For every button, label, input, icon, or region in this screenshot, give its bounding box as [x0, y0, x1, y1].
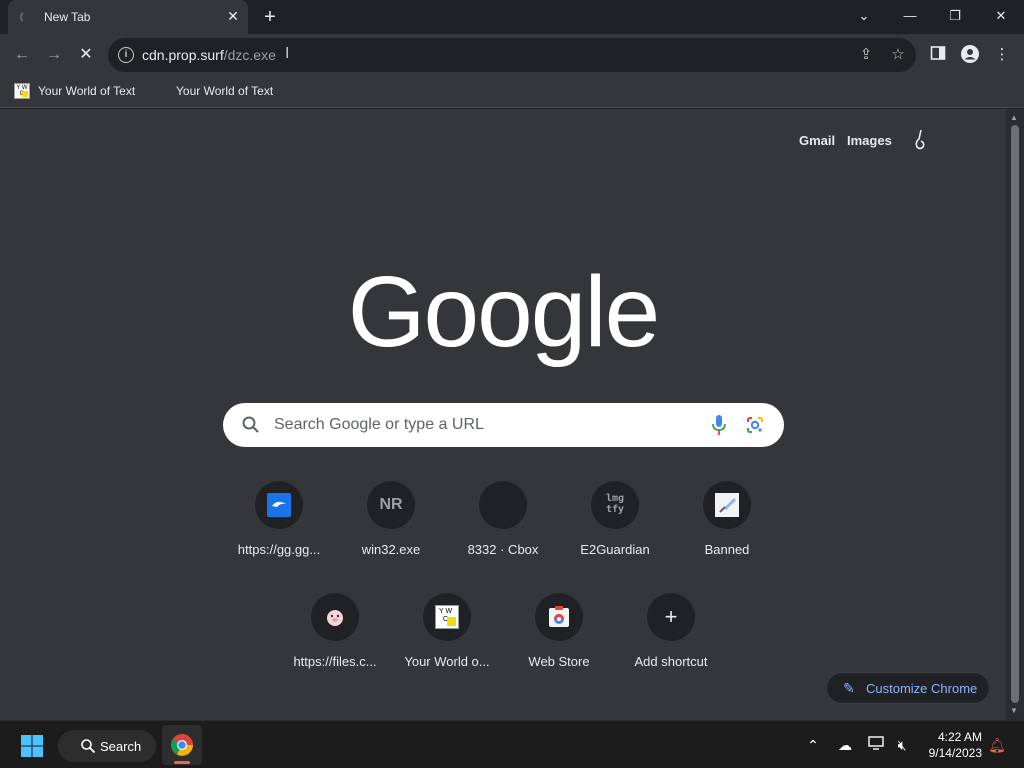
close-tab-icon[interactable]: ✕	[224, 7, 242, 25]
shortcut-tile[interactable]: Web Store	[503, 593, 615, 705]
google-lens-icon[interactable]	[745, 415, 765, 435]
google-apps-icon[interactable]	[908, 129, 932, 153]
chrome-taskbar-button[interactable]	[162, 725, 202, 765]
yw-favicon-icon: Y WO	[14, 83, 30, 99]
forward-arrow-icon[interactable]: →	[42, 43, 66, 67]
notification-bell-icon[interactable]: 🔔︎	[987, 735, 1007, 755]
shortcut-label: Banned	[704, 542, 750, 557]
shortcut-icon-circle	[255, 481, 303, 529]
network-icon[interactable]	[866, 735, 886, 755]
search-icon	[242, 416, 259, 433]
shortcut-label: https://files.c...	[293, 654, 377, 669]
bookmark-label: Your World of Text	[176, 84, 274, 98]
search-box[interactable]: Search Google or type a URL	[223, 403, 784, 447]
site-info-icon[interactable]: i	[118, 47, 134, 63]
bookmark-item[interactable]: Your World of Text	[176, 83, 273, 101]
shortcut-tile[interactable]: https://files.c...	[279, 593, 391, 705]
windows-start-icon[interactable]	[20, 734, 44, 758]
lmgtfy-favicon-icon: lmg tfy	[605, 493, 625, 515]
search-icon	[81, 739, 96, 754]
menu-kebab-icon[interactable]: ⋮	[992, 45, 1012, 65]
new-tab-button[interactable]: +	[258, 6, 282, 28]
shortcut-tile[interactable]: Banned	[671, 481, 783, 593]
windows-taskbar: Search ⌃ ☁ 🔇︎ 4:22 AM 9/14/2023 🔔︎	[0, 720, 1024, 768]
tray-chevron-up-icon[interactable]: ⌃	[803, 735, 823, 755]
tab-search-chevron-icon[interactable]: ⌄	[850, 4, 878, 28]
blank-favicon-icon	[479, 481, 527, 529]
shortcut-label: 8332 · Cbox	[467, 542, 539, 557]
text-cursor-icon: I	[285, 45, 290, 62]
volume-muted-icon[interactable]: 🔇︎	[892, 735, 912, 755]
restore-button[interactable]: ❐	[941, 4, 969, 28]
shortcut-label: Add shortcut	[634, 654, 708, 669]
customize-chrome-button[interactable]: ✎ Customize Chrome	[826, 672, 990, 704]
browser-toolbar: ← → ✕ i cdn.prop.surf/dzc.exe I ⇪ ☆ ⋮	[0, 34, 1024, 76]
shortcut-label: Web Store	[528, 654, 590, 669]
shortcut-tile[interactable]: NR win32.exe	[335, 481, 447, 593]
clock-time[interactable]: 4:22 AM	[920, 730, 982, 744]
shortcut-tile[interactable]: lmg tfy E2Guardian	[559, 481, 671, 593]
bookmark-star-icon[interactable]: ☆	[888, 45, 908, 65]
taskbar-search-label: Search	[100, 739, 142, 754]
shortcut-label: https://gg.gg...	[237, 542, 321, 557]
bookmark-item[interactable]: Y WO Your World of Text	[14, 83, 135, 101]
new-tab-page: Gmail Images Google Search Google or typ…	[0, 109, 1006, 720]
stop-loading-icon[interactable]: ✕	[74, 43, 98, 67]
active-app-indicator	[174, 761, 190, 764]
loading-spinner-icon	[20, 10, 34, 24]
shortcut-tile[interactable]: + Add shortcut	[615, 593, 727, 705]
nr-letter-icon: NR	[379, 496, 403, 513]
share-icon[interactable]: ⇪	[856, 45, 876, 65]
google-logo: Google	[347, 256, 660, 368]
clock-date[interactable]: 9/14/2023	[920, 746, 982, 760]
plus-icon: +	[664, 604, 678, 629]
tab-new-tab[interactable]: New Tab ✕	[8, 0, 248, 34]
scroll-up-icon[interactable]: ▲	[1010, 113, 1018, 122]
shortcut-tile[interactable]: https://gg.gg...	[223, 481, 335, 593]
shortcut-tile[interactable]: Y WO Your World o...	[391, 593, 503, 705]
url-text[interactable]: cdn.prop.surf/dzc.exe	[142, 47, 276, 63]
close-window-button[interactable]: ✕	[987, 4, 1015, 28]
shortcut-icon-circle: Y WO	[423, 593, 471, 641]
images-link[interactable]: Images	[847, 133, 892, 148]
shortcut-label: win32.exe	[361, 542, 421, 557]
minimize-button[interactable]: —	[896, 4, 924, 28]
customize-label: Customize Chrome	[866, 681, 978, 696]
address-bar[interactable]: i cdn.prop.surf/dzc.exe I ⇪ ☆	[108, 38, 916, 72]
shortcut-icon-circle: NR	[367, 481, 415, 529]
gg-favicon-icon	[267, 493, 291, 517]
shortcut-icon-circle: +	[647, 593, 695, 641]
chrome-icon	[171, 734, 193, 756]
tab-title: New Tab	[44, 10, 91, 24]
scroll-down-icon[interactable]: ▼	[1010, 706, 1018, 715]
scroll-thumb[interactable]	[1011, 125, 1019, 703]
yw-favicon-icon: Y WO	[435, 605, 459, 629]
profile-avatar-icon[interactable]	[960, 45, 980, 65]
back-arrow-icon[interactable]: ←	[10, 43, 34, 67]
shortcut-icon-circle: lmg tfy	[591, 481, 639, 529]
webstore-favicon-icon	[549, 606, 569, 627]
microphone-icon[interactable]	[709, 414, 729, 436]
shortcut-label: Your World o...	[404, 654, 490, 669]
tab-strip: New Tab ✕ + ⌄ — ❐ ✕	[0, 0, 1024, 34]
shortcut-icon-circle	[703, 481, 751, 529]
onedrive-cloud-icon[interactable]: ☁	[835, 735, 855, 755]
page-scrollbar[interactable]: ▲ ▼	[1006, 109, 1024, 720]
bookmark-label: Your World of Text	[38, 84, 136, 98]
pig-favicon-icon	[327, 610, 343, 626]
shortcut-label: E2Guardian	[580, 542, 650, 557]
bookmarks-bar: Y WO Your World of Text Your World of Te…	[0, 76, 1024, 108]
shortcut-icon-circle	[535, 593, 583, 641]
side-panel-icon[interactable]	[928, 45, 948, 65]
pencil-icon: ✎	[843, 680, 855, 696]
gmail-link[interactable]: Gmail	[799, 133, 835, 148]
shortcut-icon-circle	[311, 593, 359, 641]
search-input[interactable]: Search Google or type a URL	[274, 416, 484, 434]
shortcut-tile[interactable]: 8332 · Cbox	[447, 481, 559, 593]
taskbar-search-button[interactable]: Search	[58, 730, 156, 762]
sword-favicon-icon	[715, 493, 739, 517]
